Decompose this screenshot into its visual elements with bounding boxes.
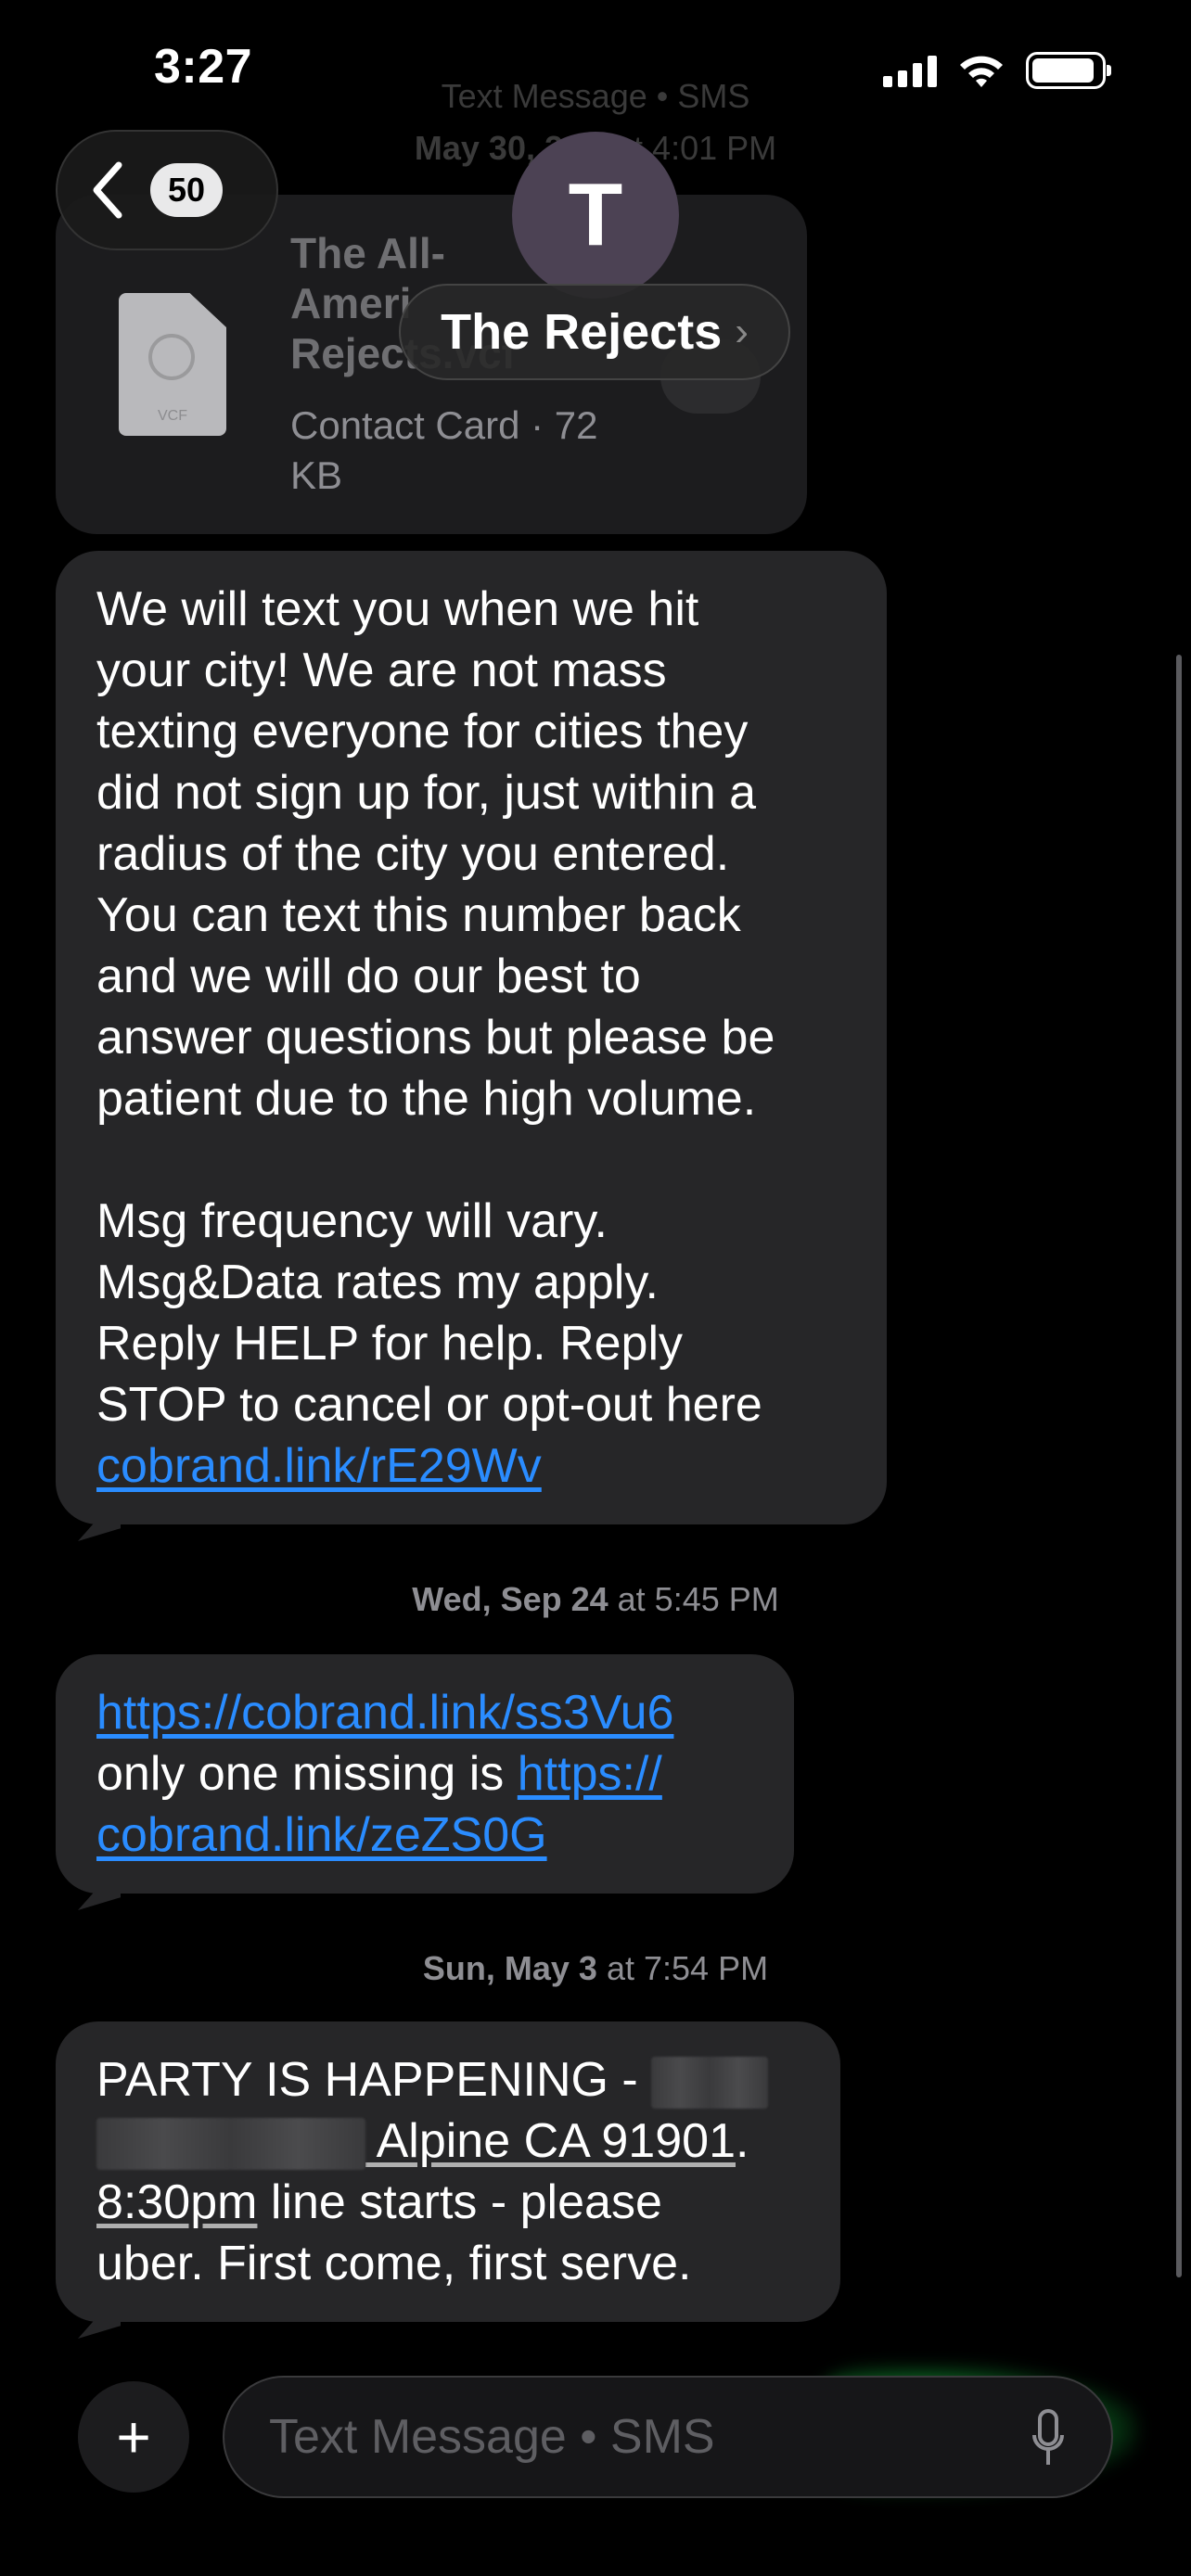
microphone-icon[interactable] xyxy=(1031,2407,1065,2472)
attachment-meta: Contact Card · 72 KB xyxy=(290,403,598,497)
timestamp: Sun, May 3 at 7:54 PM xyxy=(422,1949,769,1987)
file-type-label: VCF xyxy=(158,408,187,424)
contact-avatar[interactable]: T xyxy=(512,132,679,299)
message-link[interactable]: https:// xyxy=(518,1747,662,1801)
message-bubble[interactable]: https://cobrand.link/ss3Vu6 only one mis… xyxy=(56,1654,794,1894)
person-icon xyxy=(148,334,195,380)
time-detector[interactable]: 8:30pm xyxy=(96,2175,257,2229)
message-link[interactable]: cobrand.link/rE29Wv xyxy=(96,1439,542,1493)
contact-name: The Rejects xyxy=(441,304,723,360)
redacted-text xyxy=(651,2057,769,2110)
chevron-right-icon: › xyxy=(735,309,749,354)
redacted-text xyxy=(96,2118,365,2171)
plus-icon: + xyxy=(116,2404,151,2470)
contact-name-button[interactable]: The Rejects › xyxy=(399,284,790,380)
timestamp: Wed, Sep 24 at 5:45 PM xyxy=(412,1580,779,1618)
message-bubble[interactable]: PARTY IS HAPPENING - Alpine CA 91901. 8:… xyxy=(56,2021,840,2322)
message-link[interactable]: cobrand.link/zeZS0G xyxy=(96,1808,547,1862)
unread-count-badge: 50 xyxy=(150,163,223,217)
add-attachment-button[interactable]: + xyxy=(78,2381,189,2493)
scroll-indicator[interactable] xyxy=(1176,655,1182,2277)
message-input-placeholder: Text Message • SMS xyxy=(269,2410,715,2464)
address-detector[interactable]: Alpine CA 91901 xyxy=(365,2114,736,2168)
message-link[interactable]: https://cobrand.link/ss3Vu6 xyxy=(96,1686,673,1740)
back-button[interactable]: 50 xyxy=(56,130,278,250)
chevron-left-icon xyxy=(93,161,122,219)
service-label: Text Message • SMS xyxy=(441,77,750,115)
message-input[interactable]: Text Message • SMS xyxy=(223,2376,1113,2498)
message-bubble[interactable]: We will text you when we hit your city! … xyxy=(56,551,887,1524)
